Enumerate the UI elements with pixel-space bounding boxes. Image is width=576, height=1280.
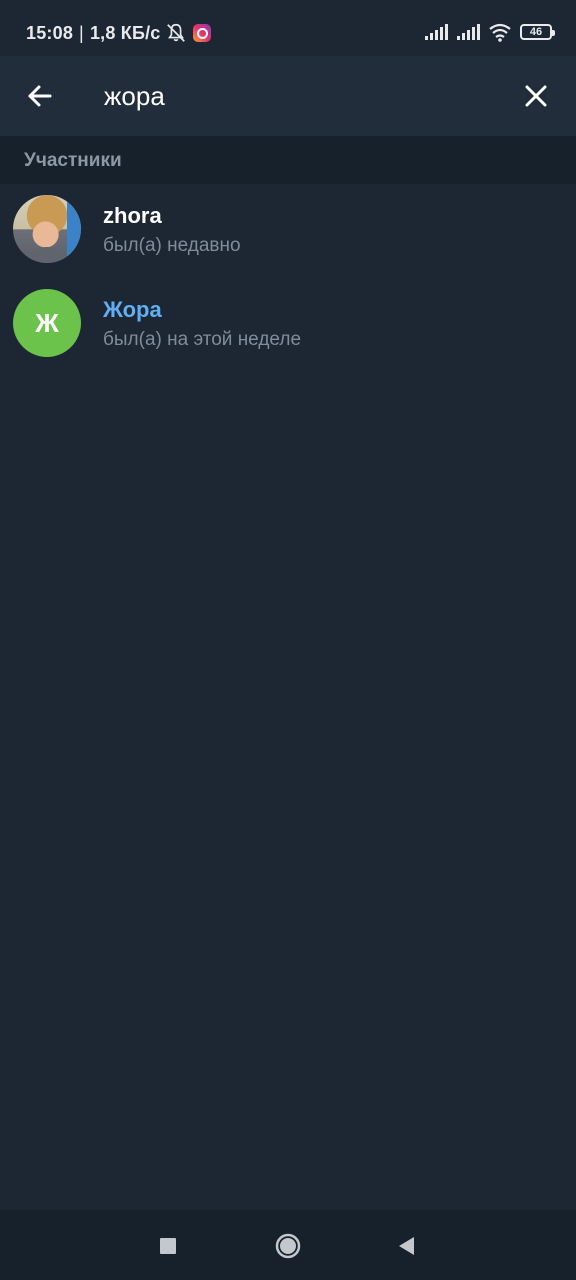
- status-bar: 15:08 | 1,8 КБ/с 46: [0, 0, 576, 56]
- battery-level: 46: [529, 26, 543, 38]
- member-name: zhora: [103, 203, 162, 228]
- signal-icon: [457, 24, 480, 40]
- back-nav-button[interactable]: [386, 1226, 426, 1266]
- section-header: Участники: [0, 136, 576, 184]
- member-status: был(а) на этой неделе: [103, 329, 302, 350]
- list-item[interactable]: zhora был(а) недавно: [0, 184, 576, 278]
- home-button[interactable]: [268, 1226, 308, 1266]
- member-name: Жора: [103, 297, 162, 322]
- member-status: был(а) недавно: [103, 235, 241, 256]
- clear-search-button[interactable]: [514, 76, 558, 116]
- close-icon: [525, 85, 547, 107]
- avatar: Ж: [13, 289, 81, 357]
- arrow-left-icon: [28, 85, 52, 107]
- status-right: 46: [424, 22, 555, 42]
- status-separator: |: [79, 22, 84, 43]
- signal-icon: [425, 24, 448, 40]
- avatar-letter: Ж: [35, 307, 59, 338]
- list-item[interactable]: Ж Жора был(а) на этой неделе: [0, 278, 576, 372]
- system-nav-bar: [0, 1210, 576, 1280]
- battery-icon: 46: [520, 24, 555, 40]
- section-title: Участники: [24, 150, 122, 171]
- status-left: 15:08 | 1,8 КБ/с: [26, 22, 211, 44]
- mute-bell-icon: [166, 23, 185, 42]
- instagram-icon: [192, 24, 211, 42]
- back-button[interactable]: [18, 76, 62, 116]
- circle-icon: [275, 1233, 301, 1259]
- wifi-icon: [489, 23, 511, 42]
- status-speed: 1,8 КБ/с: [89, 22, 161, 43]
- recents-button[interactable]: [148, 1226, 188, 1266]
- search-input[interactable]: [104, 74, 504, 118]
- results-list: zhora был(а) недавно Ж Жора был(а) на эт…: [0, 184, 576, 372]
- status-time: 15:08: [26, 22, 74, 43]
- square-icon: [160, 1238, 176, 1254]
- avatar: [13, 195, 81, 263]
- search-app-bar: [0, 56, 576, 136]
- triangle-back-icon: [399, 1237, 414, 1255]
